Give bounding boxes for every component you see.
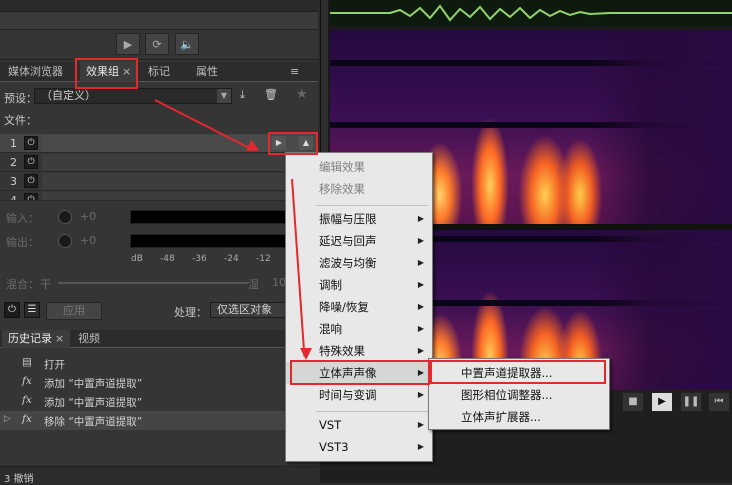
effects-context-menu: 编辑效果 移除效果 振幅与压限 ▶ 延迟与回声 ▶ 滤波与均衡 ▶ 调制 ▶ 降噪/恢复… [285,152,433,462]
trash-icon[interactable]: 🗑 [264,88,278,101]
close-icon[interactable]: × [55,332,64,345]
current-state-icon: ▷ [4,414,11,424]
skip-back-button[interactable]: ⏮ [708,392,730,412]
submenu-arrow-icon: ▶ [417,236,424,245]
mix-label: 混合： [6,278,39,291]
highlight-effects-rack-tab [75,58,138,89]
stop-button[interactable]: ■ [622,392,644,412]
menu-item-amplitude[interactable]: 振幅与压限 ▶ [286,208,432,230]
effect-slot-2[interactable]: 2 ⏻ [0,153,318,172]
menu-item-delay-echo[interactable]: 延迟与回声 ▶ [286,230,432,252]
power-icon[interactable]: ⏻ [24,155,38,169]
play-button[interactable]: ▶ [116,33,140,55]
effect-slot-4[interactable]: 4 ⏻ [0,191,318,201]
waveform-overview[interactable] [330,0,732,26]
menu-item-edit-effect[interactable]: 编辑效果 [286,156,432,178]
tab-media-browser[interactable]: 媒体浏览器 [2,62,69,82]
fx-icon: fx [22,394,32,406]
submenu-arrow-icon: ▶ [417,420,424,429]
play-icon: ▶ [123,37,133,51]
volume-button[interactable]: 🔈 [175,33,199,55]
menu-item-filter-eq[interactable]: 滤波与均衡 ▶ [286,252,432,274]
submenu-arrow-icon: ▶ [417,214,424,223]
output-knob[interactable] [58,234,72,248]
tab-history[interactable]: 历史记录 × [2,330,71,348]
submenu-arrow-icon: ▶ [417,280,424,289]
history-item[interactable]: ▤ 打开 [0,354,318,373]
mix-wet-label: 湿 [248,278,259,291]
arrow-head-2 [300,348,312,360]
menu-item-time-pitch[interactable]: 时间与变调 ▶ [286,384,432,406]
process-label: 处理： [174,306,207,319]
input-label: 输入： [6,212,39,225]
panel-tab-bar: 媒体浏览器 效果组 × 标记 属性 ≡ [0,62,318,82]
input-knob[interactable] [58,210,72,224]
input-value: +0 [80,210,97,223]
submenu-arrow-icon: ▶ [417,302,424,311]
submenu-arrow-icon: ▶ [417,390,424,399]
highlight-stereo-imagery [290,360,430,385]
menu-item-vst3[interactable]: VST3 ▶ [286,436,432,458]
fx-icon: fx [22,375,32,387]
output-value: +0 [80,234,97,247]
input-meter [130,210,290,224]
mix-slider[interactable] [58,282,248,284]
tab-markers[interactable]: 标记 [142,62,176,82]
power-icon[interactable]: ⏻ [24,193,38,200]
history-item[interactable]: ▷ fx 移除 “中置声道提取” [0,411,318,430]
chevron-down-icon: ▼ [217,89,231,103]
submenu-arrow-icon: ▶ [417,346,424,355]
preset-label: 预设： [4,92,37,105]
menu-item-modulation[interactable]: 调制 ▶ [286,274,432,296]
output-meter [130,234,290,248]
mix-value: 10 [272,276,286,289]
menu-item-noise-reduction[interactable]: 降噪/恢复 ▶ [286,296,432,318]
highlight-center-channel-extractor [430,360,606,384]
preset-select[interactable]: （自定义） ▼ [34,88,232,104]
effect-slot-3[interactable]: 3 ⏻ [0,172,318,191]
submenu-arrow-icon: ▶ [417,324,424,333]
output-label: 输出： [6,236,39,249]
meter-scale: dB -48 -36 -24 -12 [131,254,271,264]
pause-button[interactable]: ❚❚ [680,392,702,412]
top-strip [0,0,318,30]
menu-item-remove-effect[interactable]: 移除效果 [286,178,432,200]
panel-menu-icon[interactable]: ≡ [284,62,305,82]
speaker-icon: 🔈 [180,37,194,51]
play-button[interactable]: ▶ [651,392,673,412]
history-item[interactable]: fx 添加 “中置声道提取” [0,373,318,392]
save-preset-icon[interactable]: ⤓ [240,88,245,102]
file-label: 文件： [4,114,37,127]
loop-button[interactable]: ⟳ [145,33,169,55]
menu-item-stereo-expander[interactable]: 立体声扩展器... [429,406,609,428]
list-icon[interactable]: ☰ [24,302,40,318]
submenu-arrow-icon: ▶ [417,442,424,451]
mix-dry-label: 干 [40,278,51,291]
tab-properties[interactable]: 属性 [190,62,224,82]
transport-bar: ▶ ⟳ 🔈 [0,30,318,60]
history-tab-bar: 历史记录 × 视频 [0,330,318,348]
document-icon: ▤ [22,356,32,368]
master-power-icon[interactable]: ⏻ [4,302,20,318]
fx-icon: fx [22,413,32,425]
loop-icon: ⟳ [152,37,162,51]
history-item[interactable]: fx 添加 “中置声道提取” [0,392,318,411]
menu-item-graphic-phase-shifter[interactable]: 图形相位调整器... [429,384,609,406]
highlight-effect-menu-button [268,132,318,155]
menu-item-vst[interactable]: VST ▶ [286,414,432,436]
menu-item-reverb[interactable]: 混响 ▶ [286,318,432,340]
star-icon[interactable]: ★ [296,87,308,102]
submenu-arrow-icon: ▶ [417,258,424,267]
tab-video[interactable]: 视频 [72,330,106,348]
power-icon[interactable]: ⏻ [24,136,38,150]
power-icon[interactable]: ⏻ [24,174,38,188]
apply-button[interactable]: 应用 [46,302,102,320]
